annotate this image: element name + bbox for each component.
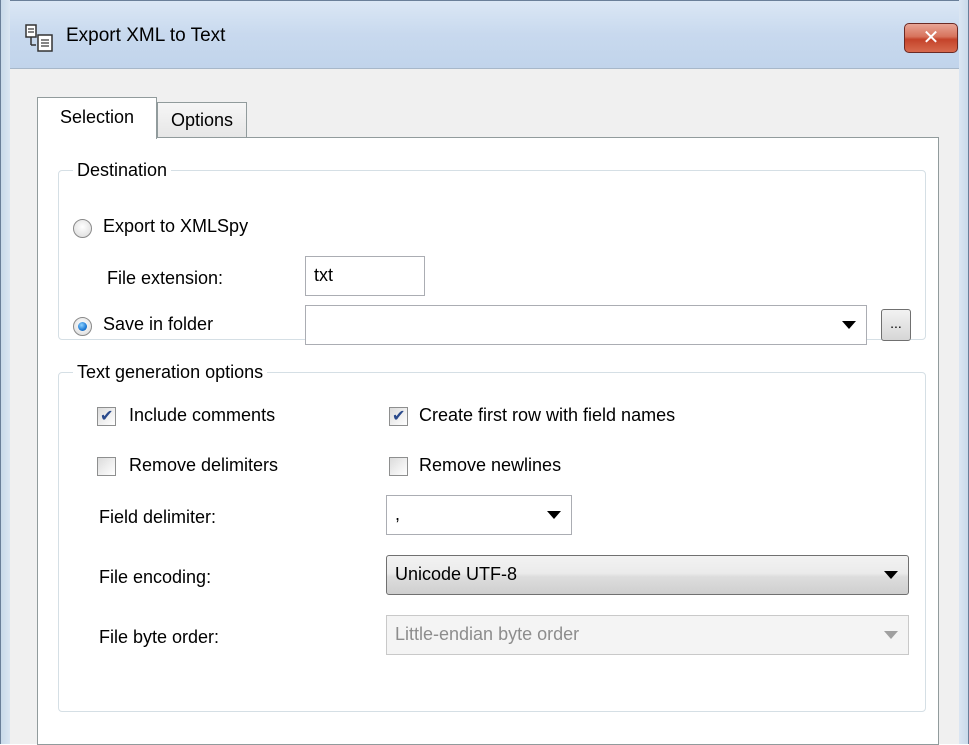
text-generation-legend: Text generation options: [77, 362, 264, 382]
remove-newlines-checkbox[interactable]: [389, 457, 408, 476]
export-text-icon: [25, 24, 53, 52]
include-comments-label[interactable]: Include comments: [129, 405, 275, 426]
remove-newlines-label[interactable]: Remove newlines: [419, 455, 561, 476]
file-byte-order-label: File byte order:: [99, 627, 220, 647]
browse-folder-button[interactable]: ...: [881, 309, 911, 341]
window-frame-left: [0, 0, 10, 744]
selection-tab-panel: Destination Export to XMLSpy File extens…: [37, 137, 939, 745]
text-generation-group: Text generation options Include comments…: [58, 362, 926, 712]
export-to-xmlspy-label[interactable]: Export to XMLSpy: [103, 216, 248, 237]
chevron-down-icon: [884, 571, 898, 579]
chevron-down-icon: [884, 631, 898, 639]
destination-group: Destination Export to XMLSpy File extens…: [58, 160, 926, 345]
field-delimiter-label: Field delimiter:: [99, 507, 217, 527]
save-in-folder-radio[interactable]: [73, 317, 92, 336]
file-extension-input[interactable]: txt: [305, 256, 425, 296]
window-title: Export XML to Text: [66, 25, 226, 46]
chevron-down-icon: [842, 321, 856, 329]
close-button[interactable]: ✕: [904, 23, 958, 53]
create-first-row-label[interactable]: Create first row with field names: [419, 405, 675, 426]
dialog-client-area: Selection Options Destination Export to …: [10, 68, 959, 745]
field-delimiter-combo[interactable]: ,: [386, 495, 572, 535]
file-encoding-value: Unicode UTF-8: [395, 564, 518, 584]
title-bar: Export XML to Text ✕: [0, 0, 969, 68]
file-byte-order-combo: Little-endian byte order: [386, 615, 909, 655]
chevron-down-icon: [547, 511, 561, 519]
destination-legend: Destination: [77, 160, 168, 180]
file-extension-label: File extension:: [107, 268, 224, 288]
folder-path-combo[interactable]: [305, 305, 867, 345]
file-encoding-label: File encoding:: [99, 567, 212, 587]
remove-delimiters-label[interactable]: Remove delimiters: [129, 455, 278, 476]
tab-options[interactable]: Options: [157, 102, 247, 138]
file-byte-order-value: Little-endian byte order: [395, 624, 580, 644]
tab-selection[interactable]: Selection: [37, 97, 157, 139]
remove-delimiters-checkbox[interactable]: [97, 457, 116, 476]
create-first-row-checkbox[interactable]: [389, 406, 408, 426]
field-delimiter-value: ,: [395, 504, 401, 524]
export-xml-dialog: Export XML to Text ✕ Selection Options D…: [0, 0, 969, 745]
file-encoding-combo[interactable]: Unicode UTF-8: [386, 555, 909, 595]
window-frame-right: [959, 0, 969, 744]
save-in-folder-label[interactable]: Save in folder: [103, 314, 213, 335]
export-to-xmlspy-radio[interactable]: [73, 219, 92, 238]
include-comments-checkbox[interactable]: [97, 406, 116, 426]
